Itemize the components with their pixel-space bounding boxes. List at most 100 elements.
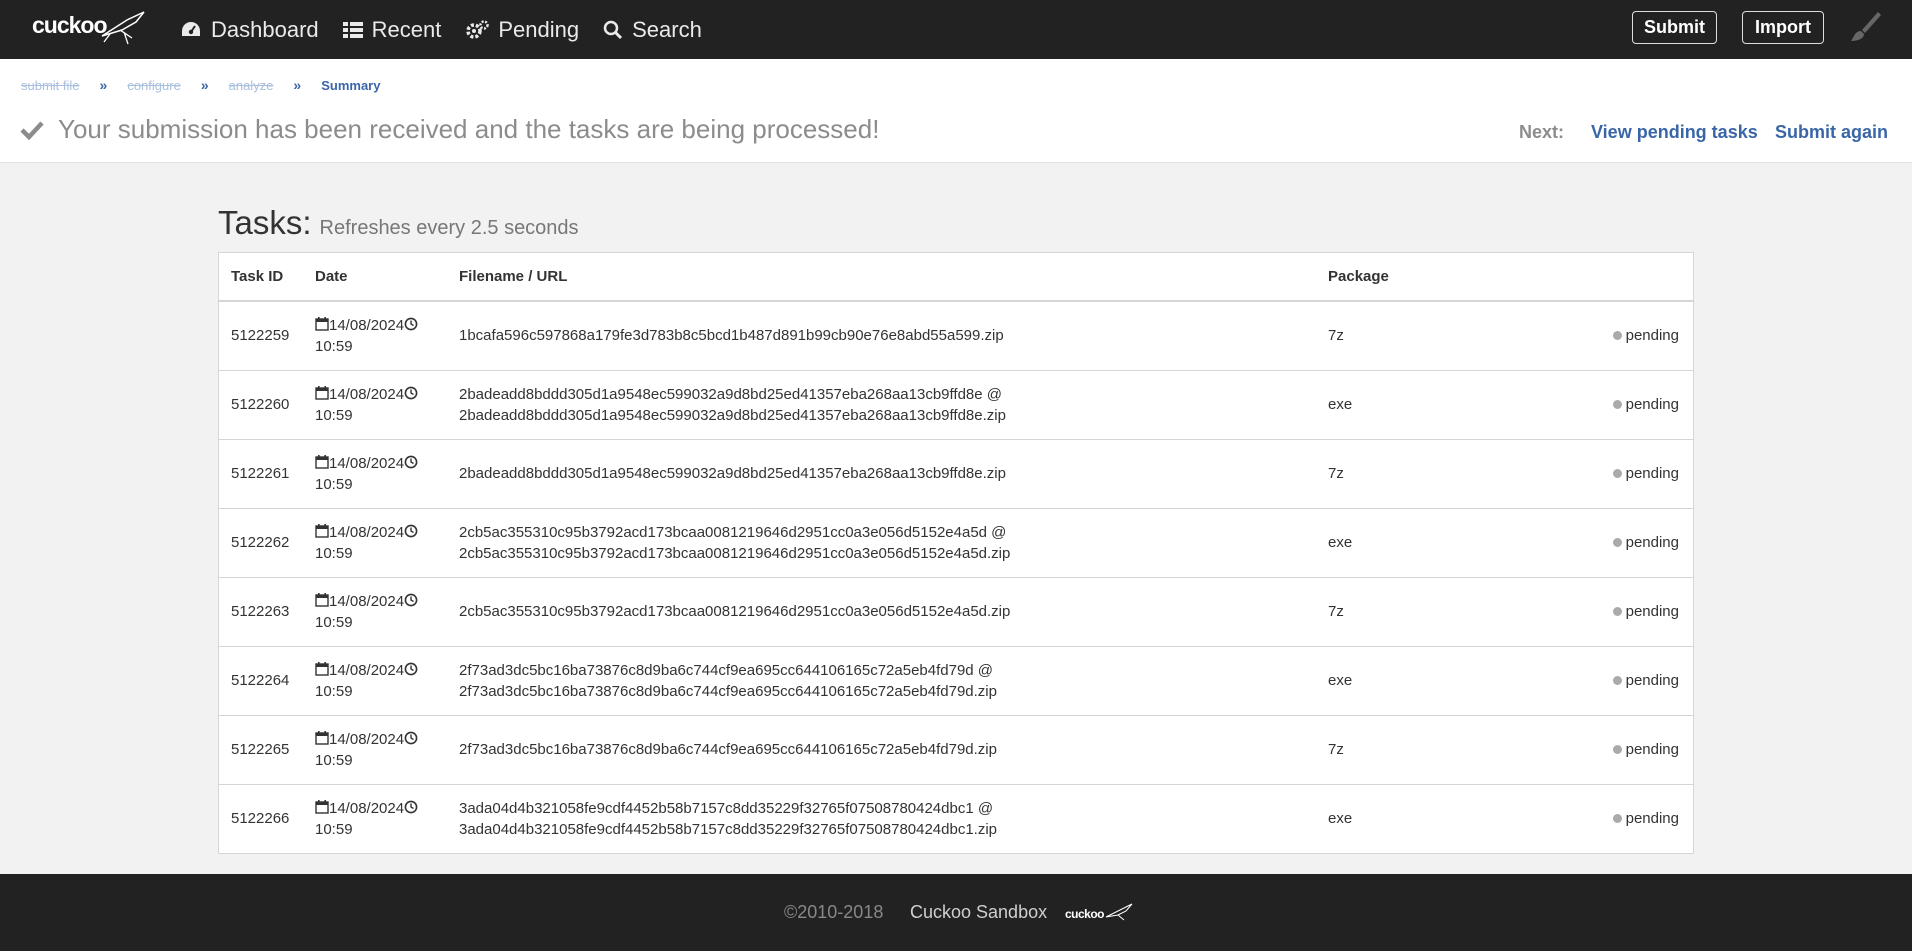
table-header-row: Task ID Date Filename / URL Package: [219, 253, 1693, 302]
bird-icon: [101, 11, 145, 45]
task-filename-cell: 1bcafa596c597868a179fe3d783b8c5bcd1b487d…: [447, 301, 1316, 371]
task-filename-archive: 3ada04d4b321058fe9cdf4452b58b7157c8dd352…: [459, 820, 998, 838]
import-button[interactable]: Import: [1742, 11, 1824, 44]
table-row[interactable]: 5122259 14/08/2024 10:59 1bcafa596c597868a1…: [219, 301, 1693, 371]
tasks-heading: Tasks: Refreshes every 2.5 seconds: [218, 204, 579, 242]
task-id[interactable]: 5122260: [219, 370, 303, 440]
task-date: 14/08/2024: [329, 316, 405, 334]
flash-message: Your submission has been received and th…: [20, 114, 879, 145]
double-chevron-icon: »: [200, 77, 209, 93]
task-time: 10:59: [315, 613, 353, 631]
task-filename-cell: 2cb5ac355310c95b3792acd173bcaa0081219646…: [447, 508, 1316, 578]
task-id[interactable]: 5122261: [219, 439, 303, 509]
main-nav: Dashboard Recent Pending Search: [180, 0, 726, 59]
task-status-cell: pending: [1516, 370, 1693, 440]
footer-logo: cuckoo: [1065, 900, 1134, 923]
task-date-cell: 14/08/2024 10:59: [303, 784, 447, 853]
tasks-table: Task ID Date Filename / URL Package 5122…: [218, 252, 1694, 854]
table-row[interactable]: 5122263 14/08/2024 10:59 2cb5ac355310c95b37…: [219, 577, 1693, 647]
nav-pending[interactable]: Pending: [465, 17, 579, 43]
task-id[interactable]: 5122266: [219, 784, 303, 853]
task-filename-cell: 2badeadd8bddd305d1a9548ec599032a9d8bd25e…: [447, 439, 1316, 509]
status-dot-icon: [1612, 399, 1622, 409]
clock-icon: [404, 455, 418, 468]
task-package: exe: [1316, 508, 1516, 578]
list-icon: [342, 21, 363, 38]
task-filename: 2cb5ac355310c95b3792acd173bcaa0081219646…: [459, 523, 1007, 541]
task-date: 14/08/2024: [329, 454, 405, 472]
task-time: 10:59: [315, 820, 353, 838]
task-date-cell: 14/08/2024 10:59: [303, 577, 447, 647]
task-package: exe: [1316, 646, 1516, 716]
task-id[interactable]: 5122263: [219, 577, 303, 647]
task-date: 14/08/2024: [329, 661, 405, 679]
crumb-submit-file[interactable]: submit file: [21, 78, 80, 93]
submit-button[interactable]: Submit: [1632, 11, 1717, 44]
footer-name[interactable]: Cuckoo Sandbox: [910, 902, 1047, 923]
crumb-analyze[interactable]: analyze: [229, 78, 274, 93]
task-filename-cell: 2f73ad3dc5bc16ba73876c8d9ba6c744cf9ea695…: [447, 646, 1316, 716]
task-id[interactable]: 5122265: [219, 715, 303, 785]
table-row[interactable]: 5122260 14/08/2024 10:59 2badeadd8bddd305d1…: [219, 370, 1693, 440]
nav-dashboard-label: Dashboard: [211, 16, 319, 42]
status-badge: pending: [1625, 810, 1679, 827]
table-row[interactable]: 5122265 14/08/2024 10:59 2f73ad3dc5bc16ba73…: [219, 715, 1693, 785]
task-time: 10:59: [315, 544, 353, 562]
paintbrush-icon[interactable]: [1848, 10, 1882, 44]
tasks-refresh-note: Refreshes every 2.5 seconds: [319, 217, 579, 239]
calendar-icon: [315, 316, 329, 331]
clock-icon: [404, 524, 418, 537]
submit-again-link[interactable]: Submit again: [1775, 122, 1888, 143]
table-row[interactable]: 5122266 14/08/2024 10:59 3ada04d4b321058fe9…: [219, 784, 1693, 853]
clock-icon: [404, 386, 418, 399]
task-filename-archive: 2cb5ac355310c95b3792acd173bcaa0081219646…: [459, 544, 1011, 562]
task-id[interactable]: 5122259: [219, 301, 303, 371]
task-id[interactable]: 5122262: [219, 508, 303, 578]
clock-icon: [404, 317, 418, 331]
status-badge: pending: [1625, 327, 1679, 345]
task-filename-cell: 2badeadd8bddd305d1a9548ec599032a9d8bd25e…: [447, 370, 1316, 440]
view-pending-tasks-link[interactable]: View pending tasks: [1591, 122, 1758, 143]
task-package: 7z: [1316, 301, 1516, 371]
task-time: 10:59: [315, 751, 353, 769]
nav-recent-label: Recent: [371, 16, 442, 42]
nav-recent[interactable]: Recent: [342, 16, 442, 43]
search-icon: [603, 20, 623, 39]
task-filename: 2cb5ac355310c95b3792acd173bcaa0081219646…: [459, 603, 1011, 620]
task-status-cell: pending: [1516, 508, 1693, 578]
task-date: 14/08/2024: [329, 799, 405, 817]
task-date-cell: 14/08/2024 10:59: [303, 439, 447, 509]
table-row[interactable]: 5122262 14/08/2024 10:59 2cb5ac355310c95b37…: [219, 508, 1693, 578]
calendar-icon: [315, 592, 329, 607]
footer: ©2010-2018 Cuckoo Sandbox cuckoo: [0, 874, 1912, 951]
col-status: [1516, 253, 1693, 302]
table-row[interactable]: 5122261 14/08/2024 10:59 2badeadd8bddd305d1…: [219, 439, 1693, 509]
task-filename: 2f73ad3dc5bc16ba73876c8d9ba6c744cf9ea695…: [459, 741, 997, 758]
calendar-icon: [315, 385, 329, 400]
status-badge: pending: [1625, 672, 1679, 689]
footer-logo-text: cuckoo: [1065, 907, 1105, 921]
breadcrumb: submit file » configure » analyze » Summ…: [21, 77, 380, 93]
task-date: 14/08/2024: [329, 730, 405, 748]
double-chevron-icon: »: [99, 77, 108, 93]
check-icon: [20, 120, 44, 140]
task-filename-cell: 3ada04d4b321058fe9cdf4452b58b7157c8dd352…: [447, 784, 1316, 853]
task-date: 14/08/2024: [329, 385, 405, 403]
col-task-id: Task ID: [219, 253, 303, 302]
status-badge: pending: [1625, 534, 1679, 551]
task-filename: 2badeadd8bddd305d1a9548ec599032a9d8bd25e…: [459, 385, 1002, 403]
clock-icon: [404, 662, 418, 675]
nav-search[interactable]: Search: [603, 17, 702, 43]
nav-dashboard[interactable]: Dashboard: [180, 17, 319, 43]
cuckoo-logo[interactable]: cuckoo: [32, 8, 150, 48]
next-label: Next:: [1519, 122, 1565, 142]
tasks-title: Tasks:: [218, 204, 312, 241]
table-row[interactable]: 5122264 14/08/2024 10:59 2f73ad3dc5bc16ba73…: [219, 646, 1693, 716]
task-id[interactable]: 5122264: [219, 646, 303, 716]
task-package: exe: [1316, 784, 1516, 853]
task-date: 14/08/2024: [329, 592, 405, 610]
task-date: 14/08/2024: [329, 523, 405, 541]
task-date-cell: 14/08/2024 10:59: [303, 715, 447, 785]
status-dot-icon: [1612, 468, 1622, 478]
crumb-configure[interactable]: configure: [127, 78, 180, 93]
